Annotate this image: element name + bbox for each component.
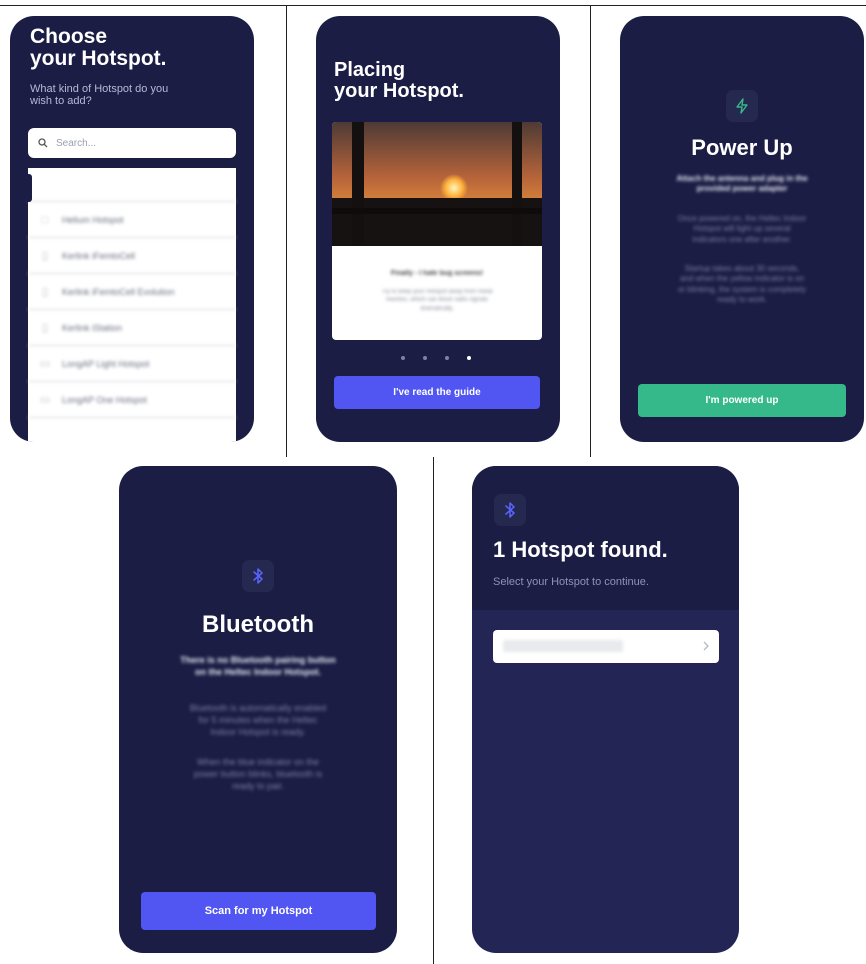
search-icon	[38, 138, 48, 148]
square-icon: □	[41, 213, 49, 226]
screen3-title: Power Up	[691, 135, 793, 160]
screen-hotspot-found: 1 Hotspot found. Select your Hotspot to …	[472, 466, 739, 953]
hotspot-type-row[interactable]: ▯ Kerlink iFemtoCell	[28, 238, 236, 274]
hotspot-type-row[interactable]: ▭ LongAP One Hotspot	[28, 382, 236, 418]
hotspot-result-item[interactable]	[493, 630, 719, 663]
scan-hotspot-button[interactable]: Scan for my Hotspot	[141, 892, 376, 930]
screen-placing-hotspot: Placing your Hotspot. Finally - I hate b…	[316, 16, 560, 442]
page-dot[interactable]	[445, 356, 449, 360]
antenna-icon: ▯	[41, 250, 49, 262]
hotspot-result-label	[503, 640, 623, 652]
search-placeholder: Search...	[56, 137, 97, 149]
sunset-window-image	[332, 122, 542, 246]
device-icon: ▭	[39, 358, 51, 370]
bluetooth-description: Bluetooth is automatically enabled for 5…	[189, 703, 327, 738]
bluetooth-icon	[242, 560, 274, 592]
screen1-subtitle: What kind of Hotspot do you wish to add?	[30, 83, 169, 108]
device-icon: ▭	[39, 394, 51, 406]
screen5-title: 1 Hotspot found.	[493, 537, 668, 562]
antenna-icon: ▯	[41, 286, 49, 298]
search-input[interactable]: Search...	[28, 128, 236, 158]
antenna-icon: ▯	[41, 322, 49, 334]
screen5-subtitle: Select your Hotspot to continue.	[493, 576, 649, 588]
screen1-title: Choose your Hotspot.	[30, 25, 167, 71]
page-dot[interactable]	[401, 356, 405, 360]
scroll-handle[interactable]	[26, 174, 32, 202]
screen4-title: Bluetooth	[202, 611, 314, 638]
screen-power-up: Power Up Attach the antenna and plug in …	[620, 16, 864, 442]
bluetooth-icon	[494, 494, 526, 526]
hotspot-type-row[interactable]: ▭ LongAP Light Hotspot	[28, 346, 236, 382]
guide-card-body: Try to keep your Hotspot away from metal…	[381, 289, 493, 312]
chevron-right-icon	[702, 639, 710, 657]
hotspot-type-row[interactable]: ▯ Kerlink iStation	[28, 310, 236, 346]
bluetooth-instruction: There is no Bluetooth pairing button on …	[180, 655, 336, 678]
page-dot-active[interactable]	[467, 356, 471, 360]
screen2-title: Placing your Hotspot.	[334, 59, 464, 102]
divider-2	[590, 5, 591, 457]
page-dot[interactable]	[423, 356, 427, 360]
guide-card-title: Finally - I hate bug screens!	[390, 270, 484, 277]
screen-bluetooth: Bluetooth There is no Bluetooth pairing …	[119, 466, 397, 953]
divider-1	[286, 5, 287, 457]
hotspot-type-list: □ Helium Hotspot ▯ Kerlink iFemtoCell ▯ …	[28, 168, 236, 442]
page-indicator	[401, 356, 471, 360]
power-up-instruction: Attach the antenna and plug in the provi…	[676, 174, 808, 194]
read-guide-button[interactable]: I've read the guide	[334, 376, 540, 409]
top-border	[0, 5, 866, 6]
divider-3	[433, 457, 434, 964]
powered-up-button[interactable]: I'm powered up	[638, 384, 846, 417]
screen-choose-hotspot: Choose your Hotspot. What kind of Hotspo…	[10, 16, 254, 442]
hotspot-type-row[interactable]: □ Helium Hotspot	[28, 202, 236, 238]
guide-card: Finally - I hate bug screens! Try to kee…	[332, 122, 542, 340]
power-up-startup-note: Startup takes about 30 seconds, and when…	[677, 264, 807, 305]
power-up-description: Once powered on, the Heltec Indoor Hotsp…	[677, 214, 807, 244]
hotspot-type-row[interactable]: ▯ Kerlink iFemtoCell Evolution	[28, 274, 236, 310]
bluetooth-pair-note: When the blue indicator on the power but…	[193, 757, 323, 792]
lightning-icon	[726, 90, 758, 122]
hotspot-type-row[interactable]	[28, 168, 236, 202]
